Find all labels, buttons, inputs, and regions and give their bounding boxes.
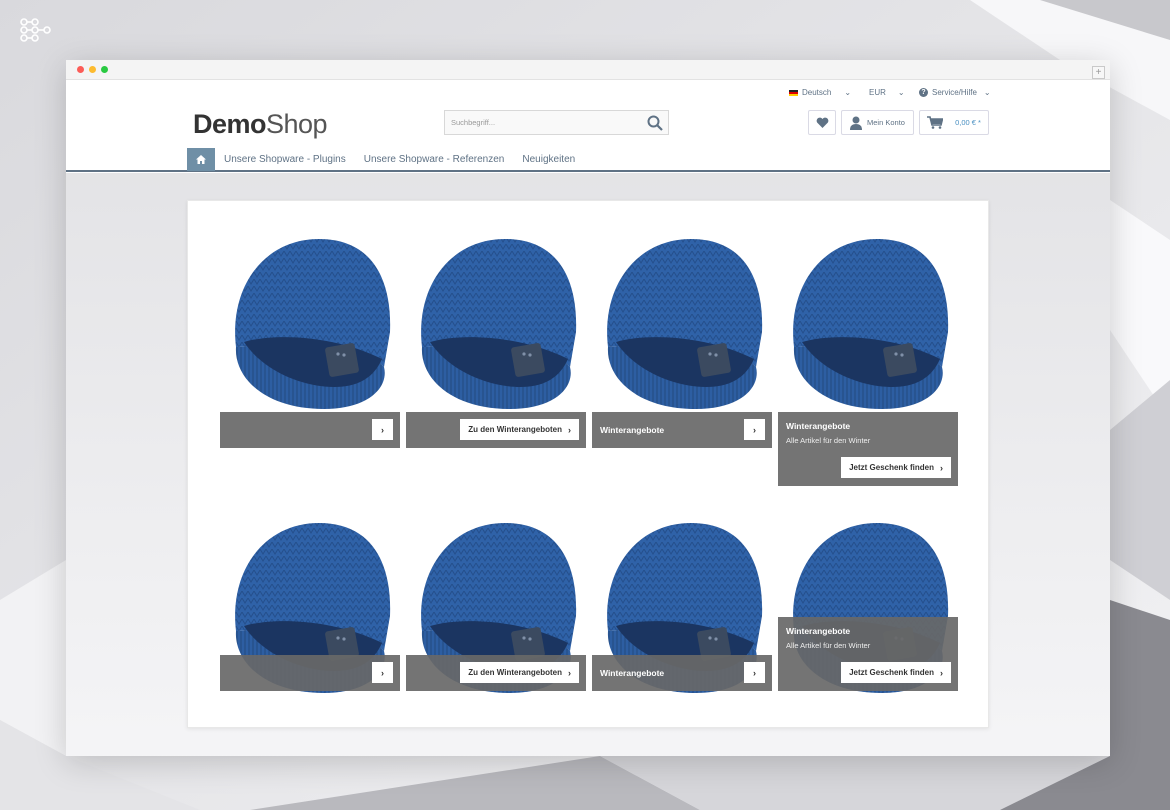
app-logo-icon: [20, 18, 51, 42]
nav-item-referenzen[interactable]: Unsere Shopware - Referenzen: [355, 148, 514, 171]
cta-label: Zu den Winterangeboten: [468, 425, 562, 434]
cart-total: 0,00 € *: [955, 118, 981, 127]
teaser-banner: Zu den Winterangeboten ›: [406, 655, 586, 691]
teaser-arrow-button[interactable]: ›: [744, 662, 765, 683]
nav-item-neuigkeiten[interactable]: Neuigkeiten: [513, 148, 584, 171]
service-label: Service/Hilfe: [932, 88, 977, 97]
nav-item-plugins[interactable]: Unsere Shopware - Plugins: [215, 148, 355, 171]
chevron-down-icon: ⌄: [983, 88, 991, 97]
teaser-tile[interactable]: Zu den Winterangeboten ›: [406, 237, 586, 448]
account-button[interactable]: Mein Konto: [841, 110, 914, 135]
cta-label: Jetzt Geschenk finden: [849, 463, 934, 472]
home-button[interactable]: [187, 148, 215, 171]
chevron-right-icon: ›: [381, 424, 384, 435]
service-menu[interactable]: ? Service/Hilfe ⌄: [919, 88, 991, 97]
currency-switch[interactable]: EUR ⌄: [869, 88, 905, 97]
logo-bold: Demo: [193, 109, 267, 139]
shop-logo[interactable]: DemoShop: [193, 109, 328, 140]
teaser-cta-button[interactable]: Zu den Winterangeboten ›: [460, 662, 579, 683]
teaser-tile[interactable]: ›: [220, 521, 400, 697]
teaser-banner: Winterangebote ›: [592, 655, 772, 691]
teaser-tile[interactable]: Winterangebote Alle Artikel für den Wint…: [778, 521, 958, 697]
account-label: Mein Konto: [867, 118, 905, 127]
teaser-title: Winterangebote: [786, 421, 851, 431]
help-icon: ?: [919, 88, 928, 97]
beanie-image: [224, 237, 394, 413]
teaser-banner: Winterangebote Alle Artikel für den Wint…: [778, 412, 958, 486]
language-switch[interactable]: Deutsch ⌄: [789, 88, 851, 97]
chevron-right-icon: ›: [753, 424, 756, 435]
teaser-subtitle: Alle Artikel für den Winter: [786, 436, 871, 445]
teaser-arrow-button[interactable]: ›: [372, 419, 393, 440]
emotion-grid: › Zu den Winterangeboten › Winterangebote…: [187, 200, 989, 728]
beanie-image: [410, 237, 580, 413]
beanie-image: [596, 237, 766, 413]
chevron-down-icon: ⌄: [897, 88, 905, 97]
chevron-right-icon: ›: [568, 424, 571, 435]
german-flag-icon: [789, 89, 798, 96]
teaser-tile[interactable]: Zu den Winterangeboten ›: [406, 521, 586, 697]
expand-icon[interactable]: +: [1092, 66, 1105, 79]
language-label: Deutsch: [802, 88, 832, 97]
teaser-banner: ›: [220, 412, 400, 448]
teaser-title: Winterangebote: [600, 668, 665, 678]
teaser-tile[interactable]: Winterangebote Alle Artikel für den Wint…: [778, 237, 958, 486]
teaser-cta-button[interactable]: Zu den Winterangeboten ›: [460, 419, 579, 440]
shop-header: Deutsch ⌄ EUR ⌄ ? Service/Hilfe ⌄ DemoSh…: [66, 81, 1110, 172]
close-dot[interactable]: [77, 66, 84, 73]
main-navigation: Unsere Shopware - Plugins Unsere Shopwar…: [187, 148, 584, 171]
logo-light: Shop: [266, 109, 328, 139]
teaser-banner: Winterangebote Alle Artikel für den Wint…: [778, 617, 958, 691]
chevron-right-icon: ›: [753, 667, 756, 678]
chevron-right-icon: ›: [940, 667, 943, 678]
heart-icon: [816, 117, 828, 128]
teaser-banner: Zu den Winterangeboten ›: [406, 412, 586, 448]
maximize-dot[interactable]: [101, 66, 108, 73]
teaser-tile[interactable]: ›: [220, 237, 400, 448]
cart-icon: [927, 116, 944, 129]
teaser-banner: ›: [220, 655, 400, 691]
teaser-cta-button[interactable]: Jetzt Geschenk finden ›: [841, 662, 951, 683]
teaser-banner: Winterangebote ›: [592, 412, 772, 448]
currency-label: EUR: [869, 88, 886, 97]
cta-label: Jetzt Geschenk finden: [849, 668, 934, 677]
search-input[interactable]: Suchbegriff...: [451, 118, 495, 127]
wishlist-button[interactable]: [808, 110, 836, 135]
user-icon: [850, 116, 863, 130]
search-field[interactable]: Suchbegriff...: [444, 110, 669, 135]
chevron-down-icon: ⌄: [844, 88, 852, 97]
teaser-title: Winterangebote: [786, 626, 851, 636]
teaser-cta-button[interactable]: Jetzt Geschenk finden ›: [841, 457, 951, 478]
chevron-right-icon: ›: [940, 462, 943, 473]
cart-button[interactable]: 0,00 € *: [919, 110, 989, 135]
search-icon[interactable]: [647, 115, 663, 131]
teaser-arrow-button[interactable]: ›: [372, 662, 393, 683]
minimize-dot[interactable]: [89, 66, 96, 73]
teaser-title: Winterangebote: [600, 425, 665, 435]
teaser-tile[interactable]: Winterangebote ›: [592, 237, 772, 448]
teaser-tile[interactable]: Winterangebote ›: [592, 521, 772, 697]
chevron-right-icon: ›: [568, 667, 571, 678]
home-icon: [196, 155, 206, 164]
teaser-subtitle: Alle Artikel für den Winter: [786, 641, 871, 650]
browser-titlebar: +: [66, 60, 1110, 80]
beanie-image: [782, 237, 952, 413]
cta-label: Zu den Winterangeboten: [468, 668, 562, 677]
teaser-arrow-button[interactable]: ›: [744, 419, 765, 440]
browser-window: + Deutsch ⌄ EUR ⌄ ? Service/Hilfe ⌄ Demo…: [66, 60, 1110, 756]
chevron-right-icon: ›: [381, 667, 384, 678]
